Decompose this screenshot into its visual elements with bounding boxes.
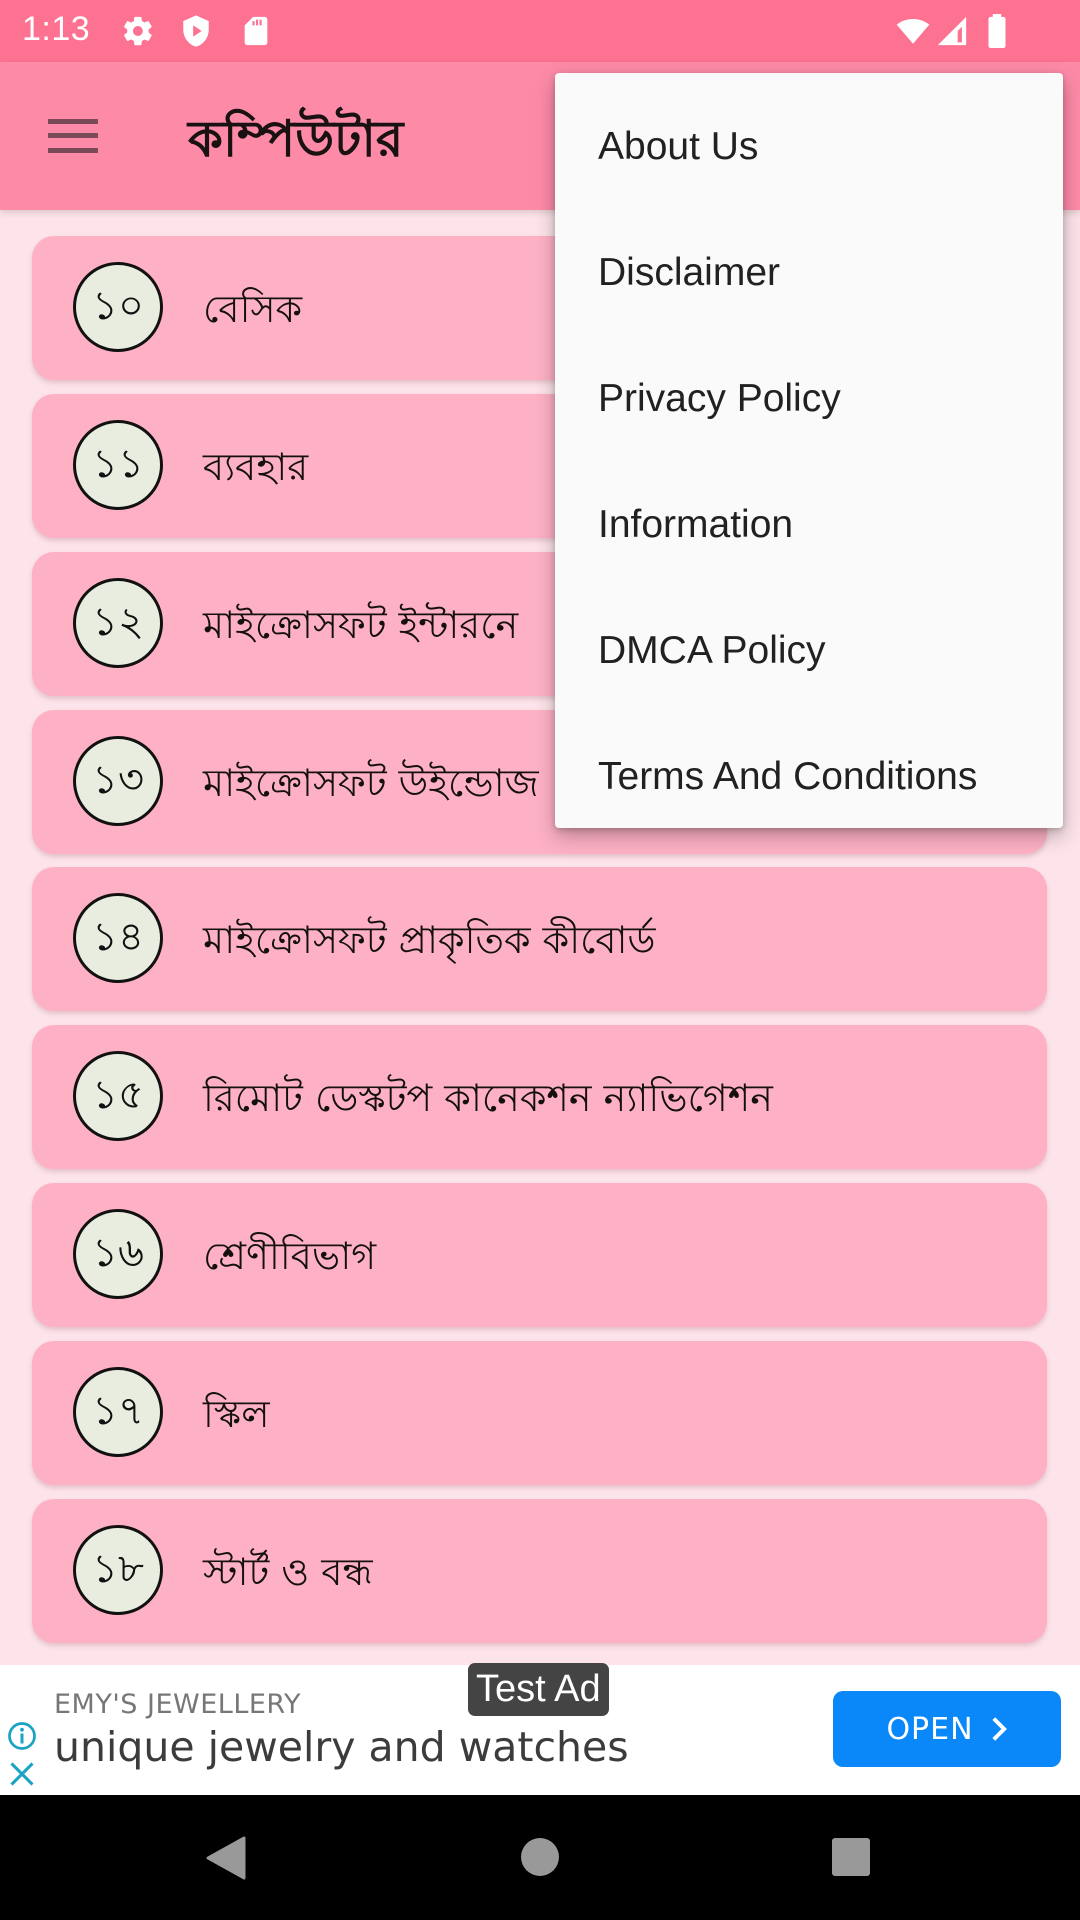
- signal-icon: [934, 14, 970, 48]
- list-item[interactable]: ১৪ মাইক্রোসফট প্রাকৃতিক কীবোর্ড: [32, 867, 1047, 1011]
- chevron-right-icon: [991, 1717, 1007, 1741]
- menu-item-about-us[interactable]: About Us: [555, 84, 1063, 210]
- list-item[interactable]: ১৭ স্কিল: [32, 1341, 1047, 1485]
- number-badge: ১৮: [73, 1525, 163, 1615]
- test-ad-badge: Test Ad: [468, 1663, 609, 1716]
- list-item[interactable]: ১৬ শ্রেণীবিভাগ: [32, 1183, 1047, 1327]
- menu-item-information[interactable]: Information: [555, 462, 1063, 588]
- list-item-label: স্টার্ট ও বন্ধ: [203, 1550, 373, 1594]
- status-bar: 1:13: [0, 0, 1080, 62]
- page-title: কম্পিউটার: [188, 110, 404, 168]
- ad-info-icon[interactable]: [7, 1721, 37, 1751]
- list-item-label: ব্যবহার: [203, 445, 309, 489]
- menu-item-disclaimer[interactable]: Disclaimer: [555, 210, 1063, 336]
- list-item-label: শ্রেণীবিভাগ: [203, 1234, 377, 1278]
- number-badge: ১৩: [73, 736, 163, 826]
- shield-play-icon: [178, 14, 214, 48]
- menu-item-terms-and-conditions[interactable]: Terms And Conditions: [555, 714, 1063, 840]
- list-item-label: মাইক্রোসফট ইন্টারনে: [203, 603, 519, 647]
- battery-icon: [983, 14, 1011, 48]
- number-badge: ১৭: [73, 1367, 163, 1457]
- hamburger-icon[interactable]: [44, 110, 102, 162]
- list-item-label: স্কিল: [203, 1392, 270, 1436]
- list-item-label: মাইক্রোসফট উইন্ডোজ: [203, 761, 539, 805]
- number-badge: ১৬: [73, 1209, 163, 1299]
- number-badge: ১৪: [73, 893, 163, 983]
- list-item-label: রিমোট ডেস্কটপ কানেকশন ন্যাভিগেশন: [203, 1076, 773, 1120]
- system-nav-bar: [0, 1795, 1080, 1920]
- number-badge: ১০: [73, 262, 163, 352]
- gear-icon: [120, 14, 156, 48]
- ad-close-icon[interactable]: [8, 1760, 36, 1788]
- list-item[interactable]: ১৮ স্টার্ট ও বন্ধ: [32, 1499, 1047, 1643]
- ad-headline: unique jewelry and watches: [54, 1723, 629, 1771]
- list-item-label: বেসিক: [203, 287, 303, 331]
- back-icon[interactable]: [204, 1835, 248, 1881]
- overflow-menu: About Us Disclaimer Privacy Policy Infor…: [555, 73, 1063, 828]
- ad-banner[interactable]: EMY'S JEWELLERY unique jewelry and watch…: [0, 1663, 1080, 1795]
- list-item-label: মাইক্রোসফট প্রাকৃতিক কীবোর্ড: [203, 918, 656, 962]
- wifi-icon: [892, 14, 934, 48]
- list-item[interactable]: ১৫ রিমোট ডেস্কটপ কানেকশন ন্যাভিগেশন: [32, 1025, 1047, 1169]
- menu-item-dmca-policy[interactable]: DMCA Policy: [555, 588, 1063, 714]
- menu-item-privacy-policy[interactable]: Privacy Policy: [555, 336, 1063, 462]
- number-badge: ১২: [73, 578, 163, 668]
- sd-card-icon: [238, 14, 274, 48]
- home-icon[interactable]: [520, 1837, 560, 1877]
- ad-open-button[interactable]: OPEN: [833, 1691, 1061, 1767]
- status-time: 1:13: [22, 10, 91, 48]
- number-badge: ১৫: [73, 1051, 163, 1141]
- number-badge: ১১: [73, 420, 163, 510]
- ad-open-label: OPEN: [886, 1711, 974, 1747]
- ad-brand: EMY'S JEWELLERY: [54, 1689, 301, 1720]
- recents-icon[interactable]: [831, 1837, 871, 1877]
